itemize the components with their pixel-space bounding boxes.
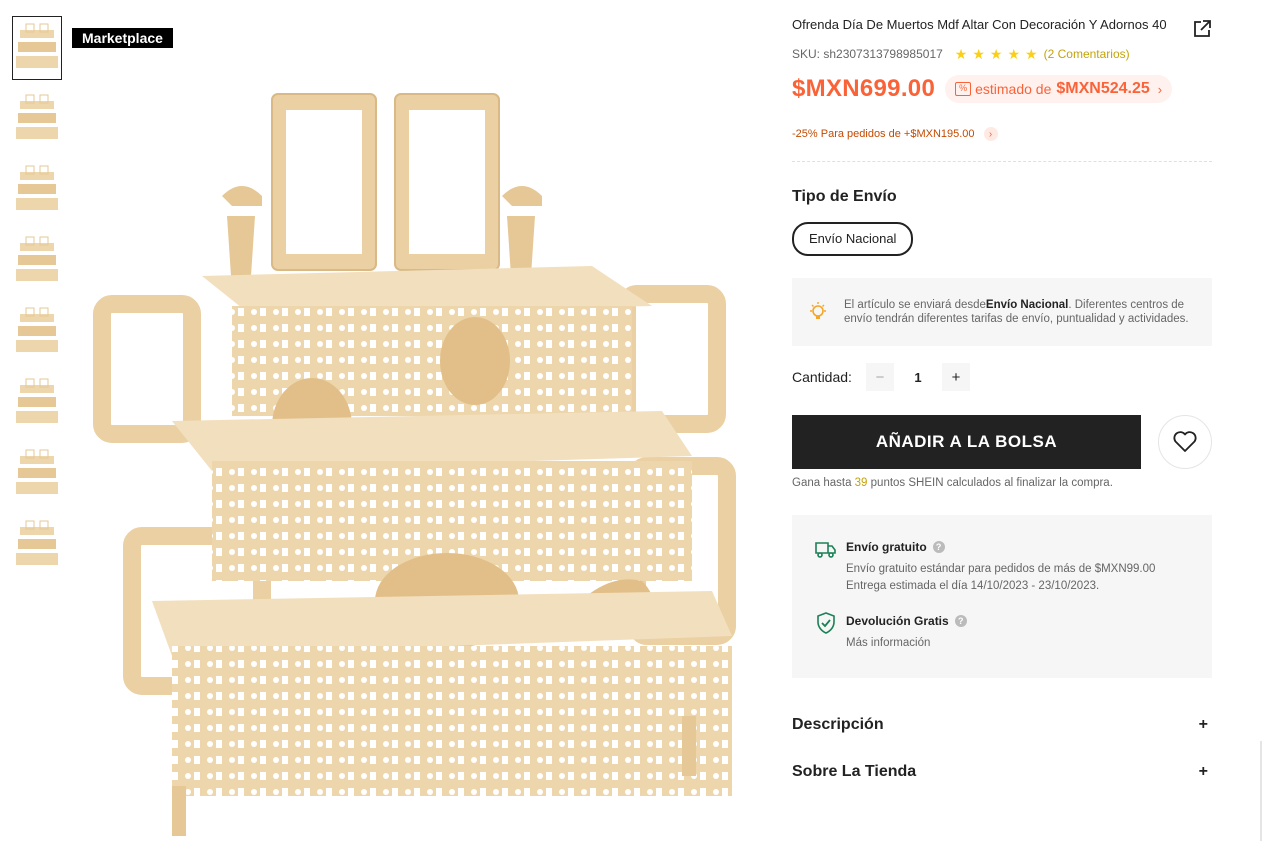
thumbnail[interactable] xyxy=(12,229,62,293)
points-prefix: Gana hasta xyxy=(792,477,855,489)
star-icon: ★ xyxy=(1025,46,1038,62)
promo-banner[interactable]: -25% Para pedidos de +$MXN195.00 › xyxy=(792,127,1212,141)
divider xyxy=(792,161,1212,162)
product-main-image[interactable] xyxy=(72,16,772,842)
marketplace-badge: Marketplace xyxy=(72,28,173,48)
points-value: 39 xyxy=(854,477,868,489)
product-price: $MXN699.00 xyxy=(792,75,936,102)
store-label: Sobre La Tienda xyxy=(792,763,917,780)
points-suffix: puntos SHEIN calculados al finalizar la … xyxy=(867,477,1113,489)
thumbnail[interactable] xyxy=(12,16,62,80)
estimated-price: $MXN524.25 xyxy=(1056,80,1150,97)
shield-check-icon xyxy=(817,612,835,634)
more-info-link[interactable]: Más información xyxy=(846,635,967,652)
star-icon: ★ xyxy=(989,46,1003,62)
points-text: Gana hasta 39 puntos SHEIN calculados al… xyxy=(792,477,1212,489)
thumbnail-list xyxy=(12,16,62,584)
shipping-note: El artículo se enviará desdeEnvío Nacion… xyxy=(792,278,1212,346)
promo-text: -25% Para pedidos de +$MXN195.00 xyxy=(792,128,975,140)
truck-icon xyxy=(815,542,836,558)
free-return-title: Devolución Gratis xyxy=(846,614,949,628)
free-shipping-line2: Entrega estimada el día 14/10/2023 - 23/… xyxy=(846,580,1100,592)
estimated-price-pill[interactable]: % estimado de $MXN524.25 › xyxy=(945,75,1173,103)
product-title: Ofrenda Día De Muertos Mdf Altar Con Dec… xyxy=(792,17,1167,32)
note-bold: Envío Nacional xyxy=(985,298,1069,311)
product-sku: SKU: sh2307313798985017 xyxy=(792,47,943,61)
estimated-label: estimado de xyxy=(975,81,1052,97)
shipping-type-title: Tipo de Envío xyxy=(792,188,897,205)
shipping-note-text: El artículo se enviará desdeEnvío Nacion… xyxy=(844,298,1198,327)
free-shipping-line1: Envío gratuito estándar para pedidos de … xyxy=(846,563,1156,575)
rating-stars: ★ ★ ★ ★ ★ xyxy=(955,47,1043,61)
quantity-input[interactable] xyxy=(894,363,942,391)
plus-icon: + xyxy=(1198,763,1208,780)
quantity-label: Cantidad: xyxy=(792,369,852,385)
help-icon[interactable]: ? xyxy=(932,541,945,553)
service-panel: Envío gratuito? Envío gratuito estándar … xyxy=(792,515,1212,678)
quantity-increase-button[interactable]: + xyxy=(942,363,970,391)
thumbnail[interactable] xyxy=(12,300,62,364)
description-accordion[interactable]: Descripción + xyxy=(792,715,1212,735)
thumbnail[interactable] xyxy=(12,87,62,151)
reviews-link[interactable]: (2 Comentarios) xyxy=(1044,47,1130,61)
share-icon[interactable] xyxy=(1192,19,1212,39)
free-shipping-title: Envío gratuito xyxy=(846,540,927,554)
quantity-stepper: − + xyxy=(866,363,970,391)
coupon-icon: % xyxy=(955,82,972,96)
heart-icon xyxy=(1173,431,1197,452)
lightbulb-icon xyxy=(810,302,826,319)
product-info: Ofrenda Día De Muertos Mdf Altar Con Dec… xyxy=(792,16,1212,782)
chevron-right-icon: › xyxy=(983,127,998,141)
star-icon: ★ xyxy=(954,46,968,62)
star-icon: ★ xyxy=(972,46,985,62)
description-label: Descripción xyxy=(792,716,884,733)
note-prefix: El artículo se enviará desde xyxy=(844,298,986,311)
help-icon[interactable]: ? xyxy=(954,615,967,627)
add-to-bag-button[interactable]: AÑADIR A LA BOLSA xyxy=(792,415,1141,469)
thumbnail[interactable] xyxy=(12,158,62,222)
star-icon: ★ xyxy=(1007,46,1021,62)
thumbnail[interactable] xyxy=(12,442,62,506)
thumbnail[interactable] xyxy=(12,371,62,435)
quantity-decrease-button[interactable]: − xyxy=(866,363,894,391)
store-accordion[interactable]: Sobre La Tienda + xyxy=(792,762,1212,782)
plus-icon: + xyxy=(1198,716,1208,733)
thumbnail[interactable] xyxy=(12,513,62,577)
chevron-right-icon: › xyxy=(1157,81,1163,97)
wishlist-button[interactable] xyxy=(1158,415,1212,469)
shipping-option-button[interactable]: Envío Nacional xyxy=(792,222,914,256)
